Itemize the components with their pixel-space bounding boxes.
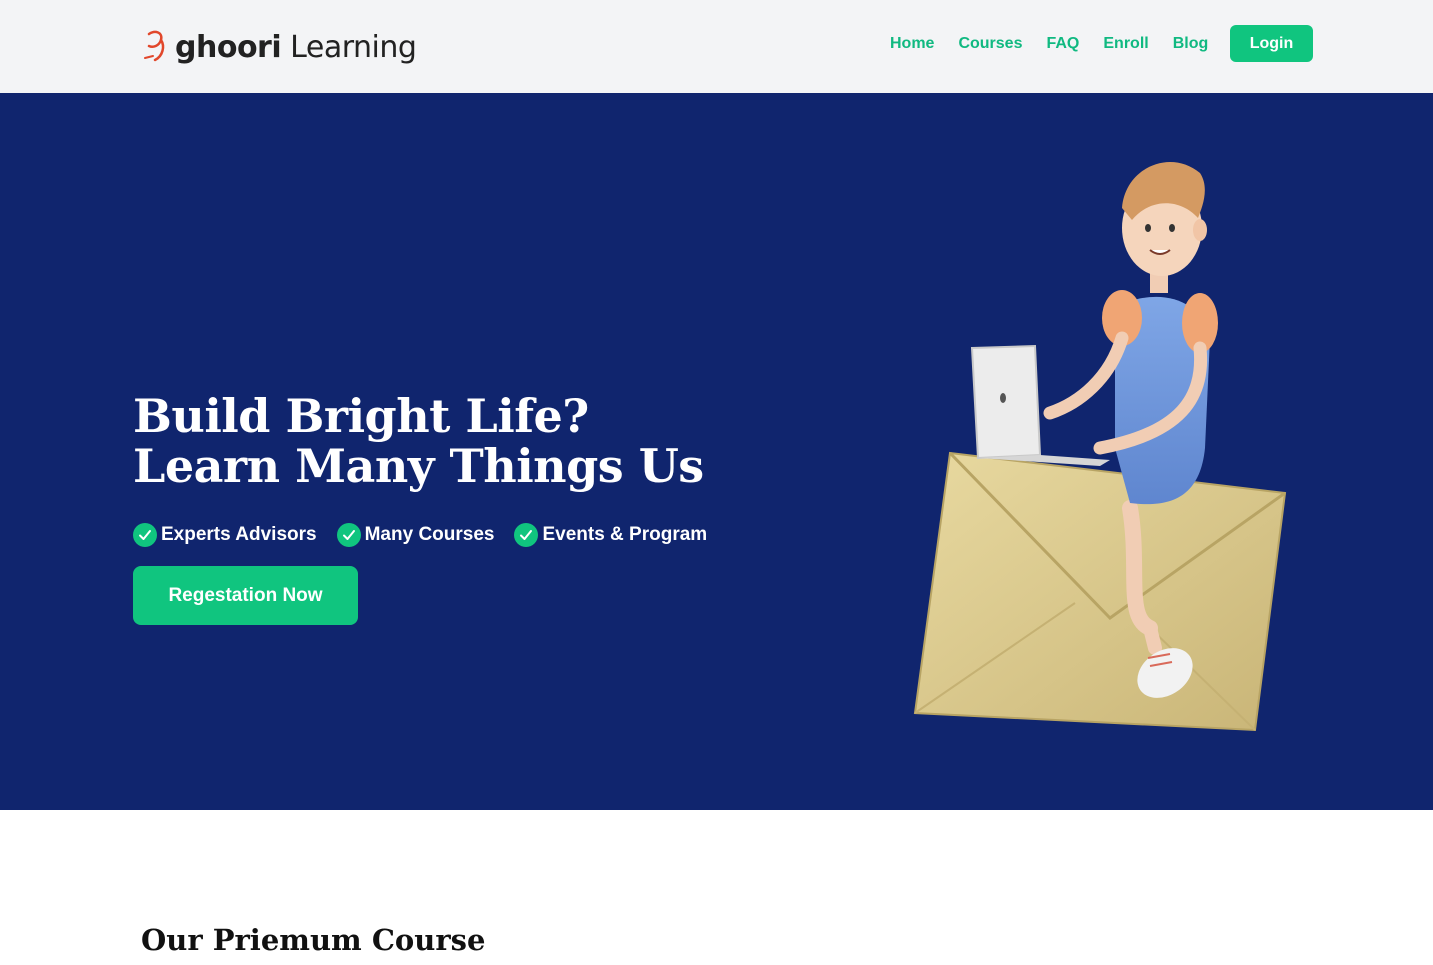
nav-link-enroll[interactable]: Enroll [1103, 34, 1148, 54]
registration-button[interactable]: Regestation Now [133, 566, 358, 625]
main-nav: Home Courses FAQ Enroll Blog [890, 34, 1232, 54]
feature-item: Many Courses [336, 523, 495, 547]
feature-item: Experts Advisors [133, 523, 317, 547]
brand-name: ghoori Learning [175, 30, 417, 65]
premium-course-title: Our Priemum Course [141, 923, 486, 957]
nav-link-courses[interactable]: Courses [958, 34, 1022, 54]
feature-item: Events & Program [514, 523, 707, 547]
hero-title-line1: Build Bright Life? [133, 389, 589, 443]
check-circle-icon [133, 523, 157, 547]
logo-mark-icon [144, 30, 165, 62]
nav-link-blog[interactable]: Blog [1173, 34, 1209, 54]
feature-label: Experts Advisors [161, 524, 317, 545]
brand-logo[interactable]: ghoori Learning [143, 20, 417, 68]
hero-illustration [913, 161, 1287, 732]
feature-label: Many Courses [364, 524, 495, 545]
nav-link-faq[interactable]: FAQ [1046, 34, 1079, 54]
check-circle-icon [514, 523, 539, 547]
feature-label: Events & Program [542, 524, 708, 545]
navbar: ghoori Learning Home Courses FAQ Enroll … [0, 0, 1433, 93]
check-circle-icon [336, 523, 361, 547]
hero-title: Build Bright Life? Learn Many Things Us [133, 391, 704, 491]
login-button[interactable]: Login [1230, 25, 1313, 62]
hero-section: Build Bright Life? Learn Many Things Us … [0, 93, 1433, 810]
hero-title-line2: Learn Many Things Us [133, 439, 704, 493]
nav-link-home[interactable]: Home [890, 34, 934, 54]
feature-list: Experts Advisors Many Courses Events & P… [133, 523, 727, 547]
